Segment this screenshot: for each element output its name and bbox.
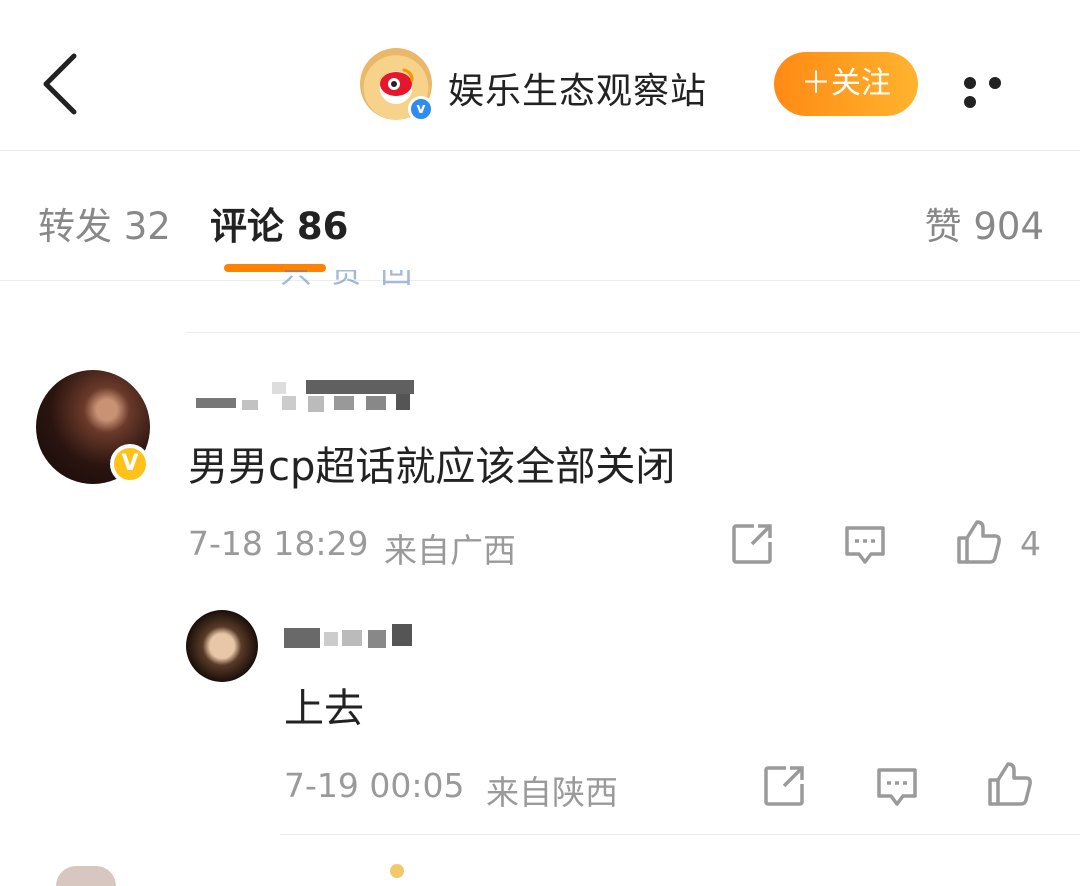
tab-likes[interactable]: 赞 904 [925, 196, 1044, 250]
thumbs-up-icon [988, 762, 1032, 806]
share-icon [732, 524, 772, 564]
tab-comments[interactable]: 评论 86 [210, 196, 348, 250]
share-button[interactable] [762, 764, 806, 808]
reply-button[interactable] [875, 764, 919, 808]
tab-repost[interactable]: 转发 32 [38, 196, 171, 250]
comment-icon [845, 526, 885, 564]
share-icon [764, 766, 804, 806]
more-dot [964, 96, 976, 108]
reply-button[interactable] [843, 522, 887, 566]
back-button[interactable] [38, 52, 84, 116]
share-button[interactable] [730, 522, 774, 566]
divider [280, 834, 1080, 835]
reply-time: 7-19 00:05 [284, 766, 465, 805]
thumbs-up-icon [957, 520, 1001, 564]
next-comment-badge [390, 864, 404, 878]
next-comment-avatar[interactable] [56, 866, 116, 886]
commenter-name-redacted[interactable] [196, 378, 416, 416]
reply-text: 上去 [284, 686, 364, 732]
like-count: 4 [1020, 524, 1041, 563]
comment-time: 7-18 18:29 [188, 524, 369, 563]
more-options-button[interactable] [964, 74, 1034, 108]
like-button[interactable] [986, 760, 1034, 808]
like-button[interactable] [955, 518, 1003, 566]
cutoff-text: 只 赞 回 复 [280, 270, 460, 288]
vip-badge-icon: V [110, 444, 150, 484]
chevron-left-icon [43, 53, 77, 115]
reply-location: 来自陕西 [486, 773, 618, 812]
comment-location: 来自广西 [384, 531, 516, 570]
comment-text: 男男cp超话就应该全部关闭 [188, 444, 676, 490]
more-horizontal-icon [964, 77, 976, 89]
cutoff-text-label: 只 赞 回 复 [280, 270, 460, 288]
account-name[interactable]: 娱乐生态观察站 [448, 62, 707, 114]
follow-button[interactable]: ＋关注 [774, 52, 918, 116]
verified-badge-icon: v [408, 96, 434, 122]
reply-avatar[interactable] [186, 610, 258, 682]
reply-name-redacted[interactable] [284, 614, 414, 650]
weibo-logo-icon [380, 68, 414, 96]
more-dot [989, 77, 1001, 89]
divider [186, 332, 1080, 333]
comment-icon [877, 768, 917, 806]
